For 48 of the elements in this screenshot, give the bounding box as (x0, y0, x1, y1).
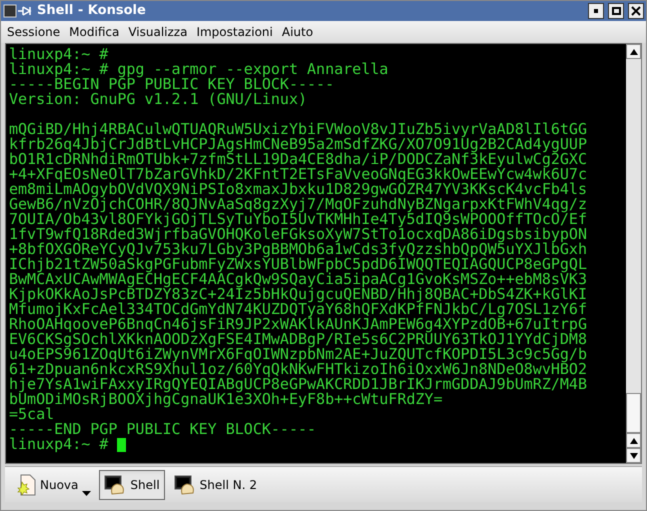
session-tab[interactable]: Shell (99, 470, 165, 500)
menu-item[interactable]: Impostazioni (196, 23, 273, 41)
terminal-line: +4+XFqEOsNeOlT7bZarGVhkD/2KFntT2ETsFaVveoGNqEG3kkOwEEwYcw4wk6U7c (9, 167, 587, 182)
terminal-line: -----END PGP PUBLIC KEY BLOCK----- (9, 422, 316, 437)
terminal-line: GewB6/nVzOjchCOHR/8QJNvAaSq8gzXyj7/MqOFzuhdNyBZNgarpxKtFWhV4qg/z (9, 197, 587, 212)
terminal-shell-icon (174, 474, 196, 494)
terminal-line: bO1R1cDRNhdiRmOTUbk+7zfmStLL19Da4CE8dha/iP/DODCZaNf3kEyulwCg2GXC (9, 152, 587, 167)
terminal-line: u4oEPS961ZOqUt6iZWynVMrX6FqOIWNzpbNm2AE+JuZQUTcfKOPDI5L3c9c5Gg/b (9, 347, 587, 362)
caret-icon (82, 490, 92, 496)
minimize-icon[interactable] (588, 3, 604, 19)
terminal-line: +8bfOXGOReYCyQJv753ku7LGby3PgBBMOb6a1wCds3fyQzzshbQpQW5uYXJlbGxh (9, 242, 587, 257)
menu-item[interactable]: Sessione (7, 23, 60, 41)
terminal-line: RhoOAHqooveP6BnqCn46jsFiR9JP2xWAKlkAUnKJAmPEW6g4XYPzdOB+67uItrpG (9, 317, 587, 332)
new-session-button[interactable]: Nuova (9, 470, 96, 500)
window-menu-icon[interactable] (3, 4, 33, 18)
window-title: Shell - Konsole (37, 2, 146, 20)
terminal-line: kfrb26q4JbjCrJdBtLvHCPJAgsHmCNeB95a2mSdfZKG/XO7O91Ug2B2CAd4ygUUP (9, 137, 587, 152)
terminal-line: MfumojKxFcAel334TOCdGmYdN74KUZDQTyaY68hQFXdKPfFNJkbC/Lg7OSL1zY6f (9, 302, 587, 317)
terminal-line: BwMCAxUCAwMWAgECHgECF4AACgkQw9SQayCia5ipaACg1GvoKsMSZo++ebM8sVK3 (9, 272, 587, 287)
terminal-shell-icon (104, 474, 126, 494)
scrollbar[interactable] (626, 44, 641, 463)
terminal-line: =5cal (9, 407, 54, 422)
terminal-line: bUmODiMOsRjBOOXjhgCgnaUK1e3XOh+EyF8b++cWtuFRdZY= (9, 392, 442, 407)
terminal-line: Version: GnuPG v1.2.1 (GNU/Linux) (9, 92, 308, 107)
terminal-line: mQGiBD/Hhj4RBACulwQTUAQRuW5UxizYbiFVWooV8vJIuZb5ivyrVaAD8lIl6tGG (9, 122, 587, 137)
down-arrow-icon (630, 452, 638, 458)
terminal-line: 1fvT9wfQ18Rded3WjrfbaGVOHQKoleFGksoXyW7StTo1ocxqDA86iDgsbsibypON (9, 227, 587, 242)
menu-item[interactable]: Modifica (69, 23, 120, 41)
scrollbar-thumb[interactable] (626, 393, 641, 433)
terminal-line: KjpkOKkAoJsPcBTDZY83zC+24Iz5bHkQujgcuQENBD/Hhj8QBAC+DbS4ZK+kGlKI (9, 287, 587, 302)
menu-item[interactable]: Aiuto (282, 23, 314, 41)
terminal-line: linuxp4:~ # gpg --armor --export Annarella (9, 62, 388, 77)
terminal-line: 61+zDpuan6nkcxRS9Xhul1oz/60YqQkNKwFHTkizoIh6iOxxW6Jn8NDeO8wvHBO2 (9, 362, 587, 377)
terminal-line: EV6CKSgSOchlXKknAOODzXgFSE4IMwADBgP/RIe5s6C2PRUUY63TkOJ1YYdCjDM8 (9, 332, 587, 347)
terminal-line: -----BEGIN PGP PUBLIC KEY BLOCK----- (9, 77, 334, 92)
terminal-line: hje7YsA1wiFAxxyIRgQYEQIABgUCP8eGPwAKCRDD1JBrIKJrmGDDAJ9bUmRZ/M4B (9, 377, 587, 392)
up-arrow-icon (630, 438, 638, 444)
up-arrow-icon (630, 48, 638, 54)
menu-item[interactable]: Visualizza (128, 23, 188, 41)
terminal-line: IChjb21tZW50aSkgPGFubmFyZWxsYUBlbWFpbC5pdD6IWQQTEQIAGQUCP8eGPgQL (9, 257, 587, 272)
terminal-line: em8miLmAOgybOVdVQX9NiPSIo8xmaxJbxku1D829gwGOZR47YV3KKscK4vcFb4ls (9, 182, 587, 197)
new-document-icon (16, 474, 36, 496)
close-icon[interactable] (628, 3, 644, 19)
terminal-line: linuxp4:~ # (9, 437, 108, 452)
terminal-line: linuxp4:~ # (9, 47, 108, 62)
maximize-icon[interactable] (608, 3, 624, 19)
terminal-line: 7OUIA/Ob43vl8OFYkjGOjTLSyTuYboI5UvTKMHhIe4Ty5dIQ9sWPOOOffTOcO/Ef (9, 212, 587, 227)
session-tab[interactable]: Shell N. 2 (168, 470, 262, 500)
